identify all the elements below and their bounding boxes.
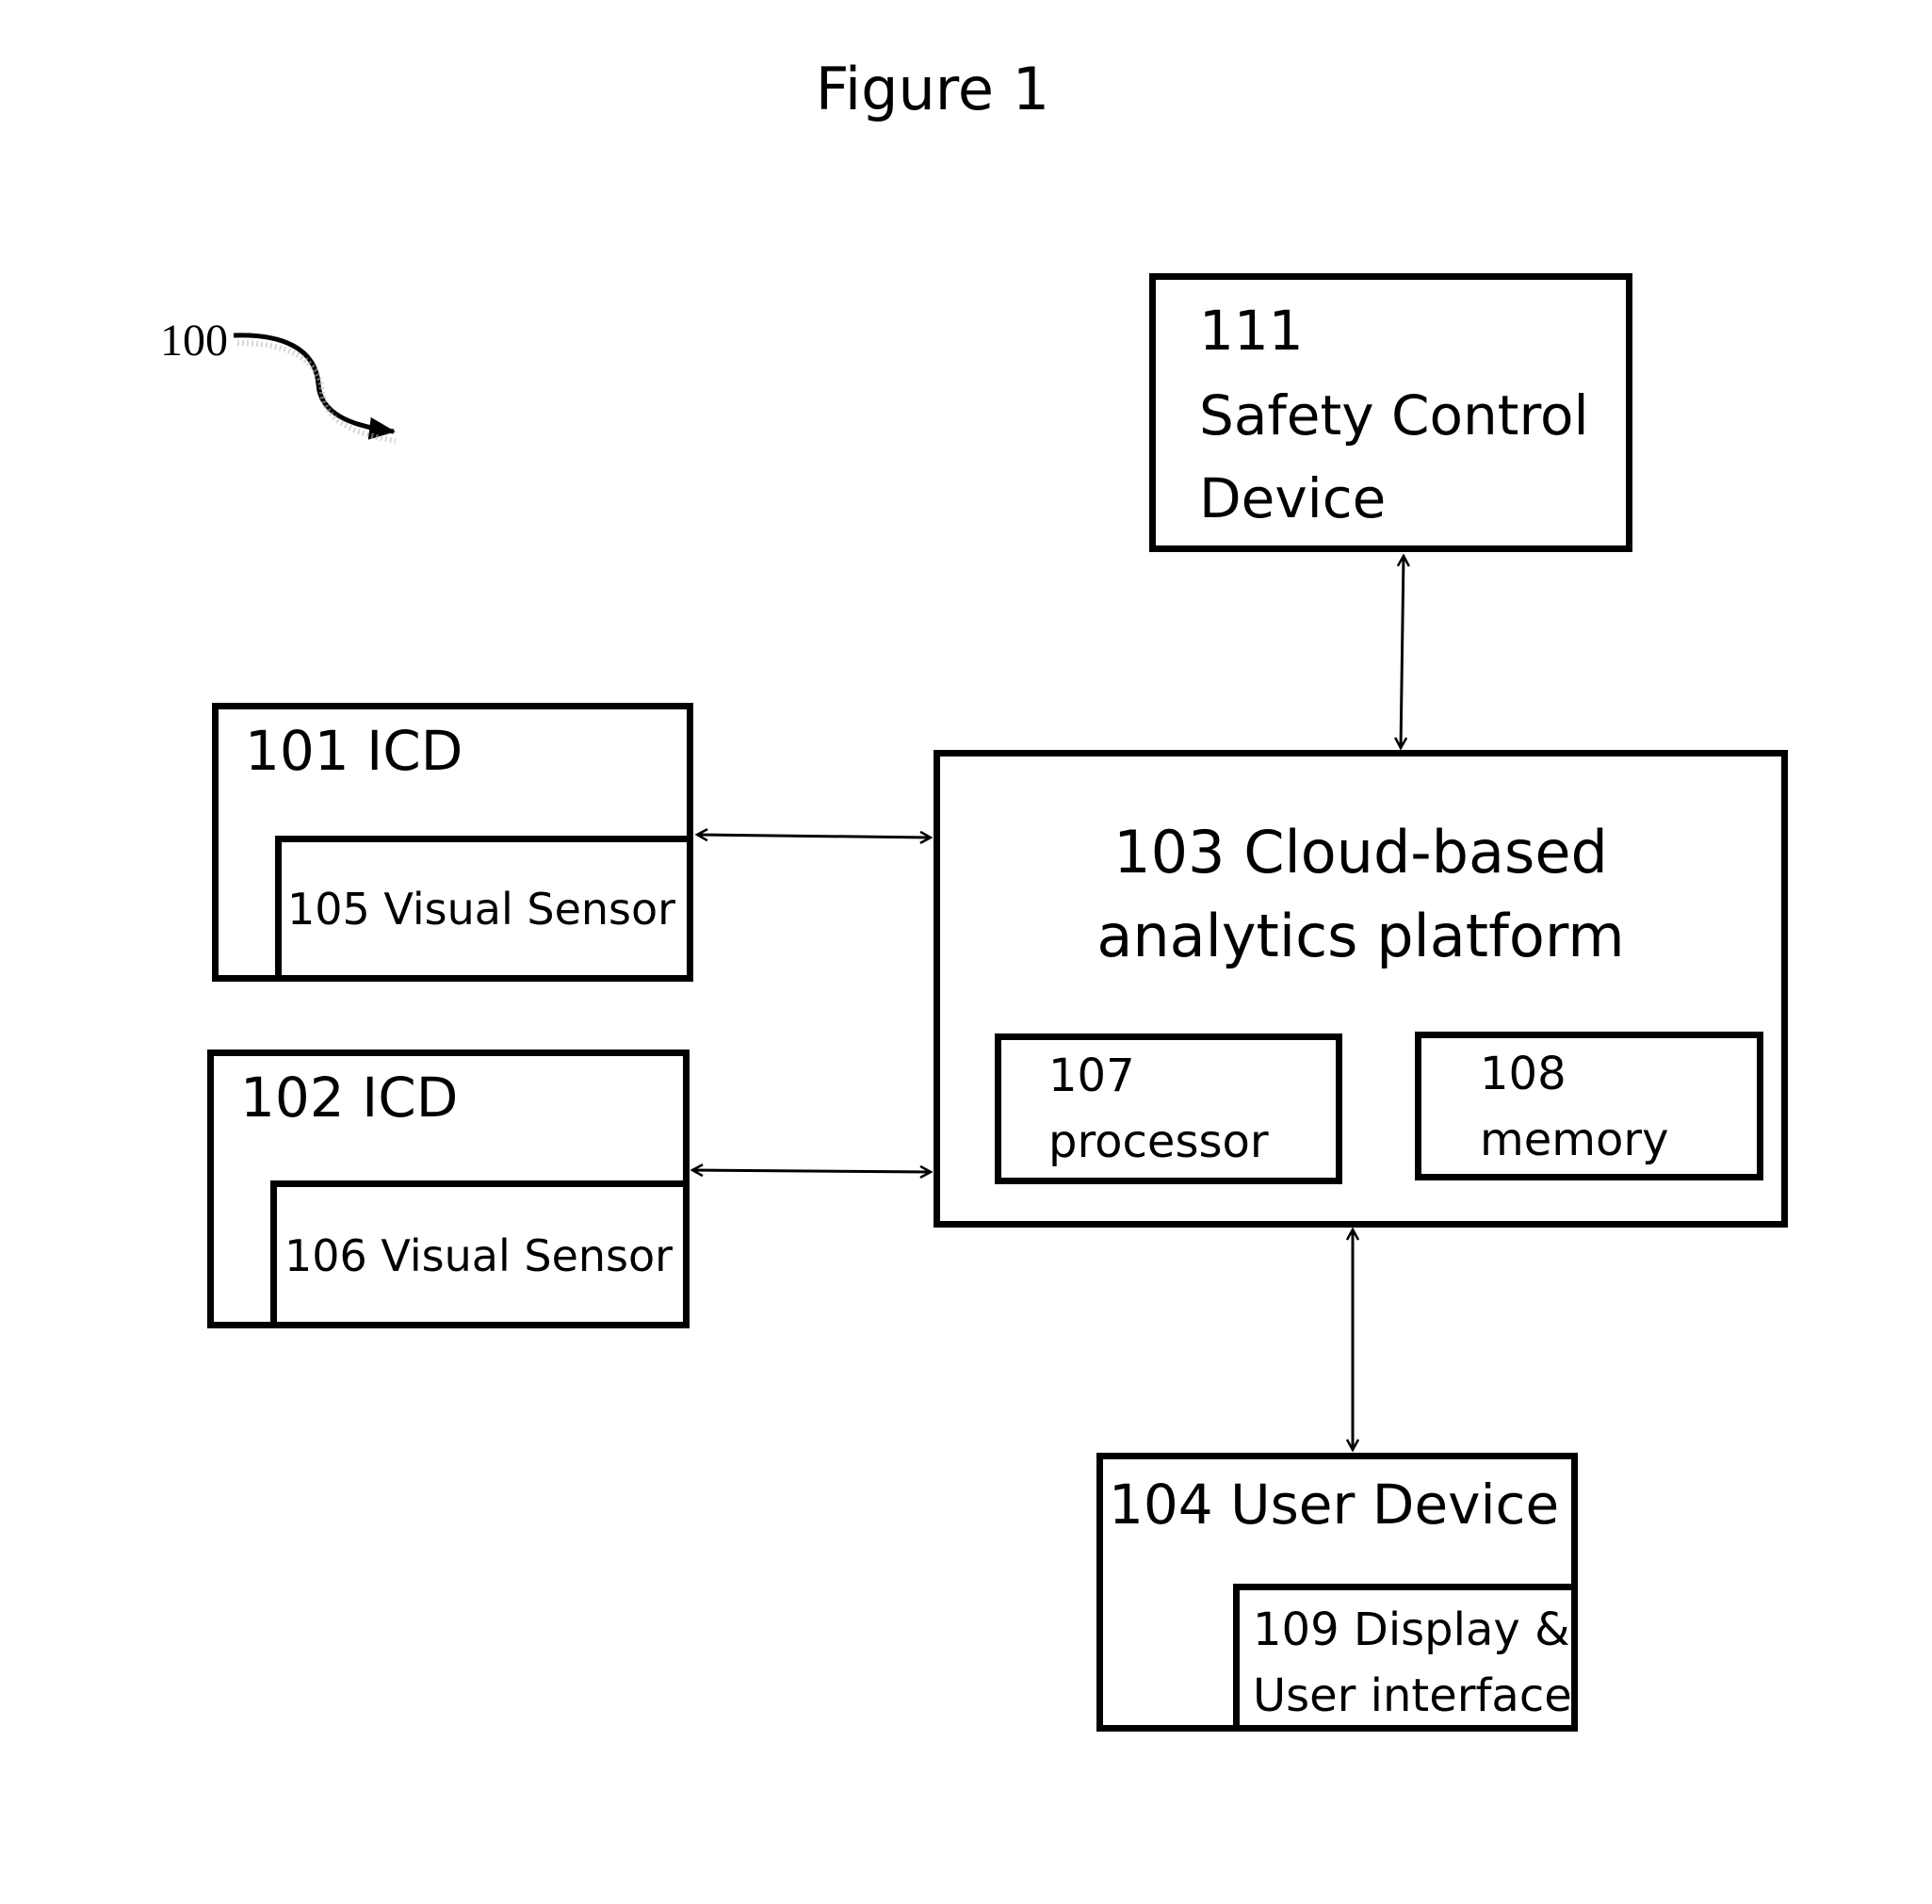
connector-101-103 — [697, 835, 931, 838]
cloud-platform-box: 103 Cloud-based analytics platform 107 p… — [934, 750, 1788, 1228]
cloud-platform-line1: 103 Cloud-based — [1113, 818, 1608, 887]
display-ui-line1: 109 Display & — [1253, 1603, 1570, 1656]
safety-control-line1: Safety Control — [1199, 383, 1589, 448]
visual-sensor-105-box: 105 Visual Sensor — [275, 836, 693, 982]
icd-101-label: 101 ICD — [245, 719, 463, 783]
processor-107-box: 107 processor — [995, 1033, 1342, 1184]
visual-sensor-105-label: 105 Visual Sensor — [287, 884, 676, 935]
display-ui-109-box: 109 Display & User interface — [1233, 1584, 1578, 1732]
memory-108-box: 108 memory — [1415, 1032, 1763, 1180]
connector-102-103 — [692, 1170, 931, 1172]
user-device-label: 104 User Device — [1109, 1473, 1560, 1537]
processor-label: processor — [1048, 1115, 1269, 1168]
safety-control-line2: Device — [1199, 466, 1387, 530]
icd-101-box: 101 ICD 105 Visual Sensor — [212, 703, 693, 982]
user-device-box: 104 User Device 109 Display & User inter… — [1096, 1453, 1578, 1732]
icd-102-box: 102 ICD 106 Visual Sensor — [207, 1050, 690, 1328]
connector-111-103 — [1401, 556, 1404, 748]
safety-control-device-box: 111 Safety Control Device — [1149, 273, 1632, 552]
icd-102-label: 102 ICD — [240, 1066, 459, 1130]
cloud-platform-line2: analytics platform — [1096, 902, 1625, 970]
display-ui-line2: User interface — [1253, 1669, 1572, 1722]
memory-number: 108 — [1480, 1048, 1567, 1100]
processor-number: 107 — [1048, 1050, 1135, 1102]
memory-label: memory — [1480, 1114, 1669, 1166]
safety-control-number: 111 — [1199, 299, 1304, 363]
reference-arrow-100 — [233, 333, 396, 440]
visual-sensor-106-label: 106 Visual Sensor — [284, 1230, 674, 1281]
visual-sensor-106-box: 106 Visual Sensor — [270, 1180, 690, 1328]
